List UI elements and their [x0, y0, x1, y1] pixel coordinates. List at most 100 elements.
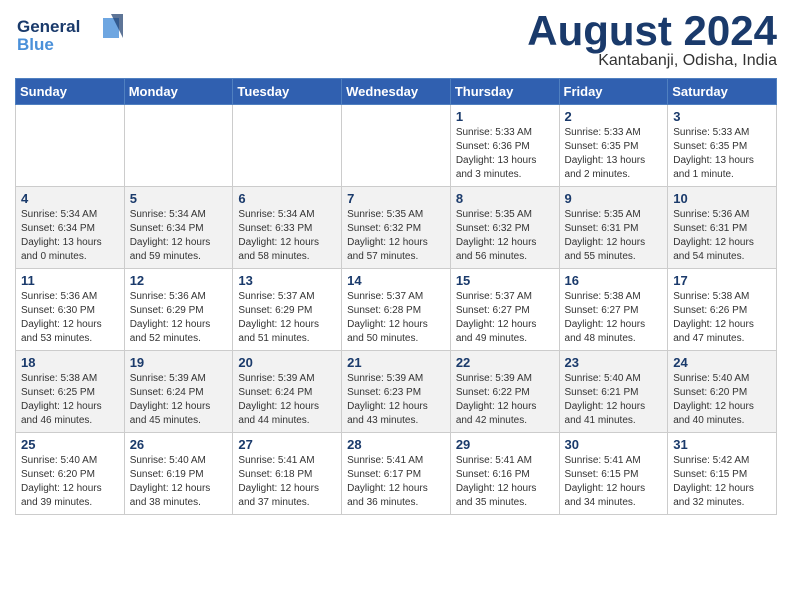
day-number: 11 — [21, 273, 119, 288]
day-number: 10 — [673, 191, 771, 206]
day-number: 31 — [673, 437, 771, 452]
day-detail: Sunrise: 5:35 AM Sunset: 6:31 PM Dayligh… — [565, 208, 663, 264]
day-detail: Sunrise: 5:34 AM Sunset: 6:34 PM Dayligh… — [130, 208, 228, 264]
day-number: 2 — [565, 109, 663, 124]
day-detail: Sunrise: 5:41 AM Sunset: 6:15 PM Dayligh… — [565, 454, 663, 510]
day-detail: Sunrise: 5:41 AM Sunset: 6:17 PM Dayligh… — [347, 454, 445, 510]
day-number: 27 — [238, 437, 336, 452]
calendar-day: 21 Sunrise: 5:39 AM Sunset: 6:23 PM Dayli… — [342, 351, 451, 433]
calendar-day: 2 Sunrise: 5:33 AM Sunset: 6:35 PM Daylig… — [559, 105, 668, 187]
day-detail: Sunrise: 5:33 AM Sunset: 6:35 PM Dayligh… — [565, 126, 663, 182]
calendar-day: 22Sunrise: 5:39 AM Sunset: 6:22 PM Dayli… — [450, 351, 559, 433]
calendar-day: 19Sunrise: 5:39 AM Sunset: 6:24 PM Dayli… — [124, 351, 233, 433]
header: General Blue August 2024 Kantabanji, Odi… — [15, 10, 777, 70]
calendar-day — [233, 105, 342, 187]
header-thursday: Thursday — [450, 79, 559, 105]
calendar-day: 16 Sunrise: 5:38 AM Sunset: 6:27 PM Dayli… — [559, 269, 668, 351]
day-number: 1 — [456, 109, 554, 124]
day-number: 19 — [130, 355, 228, 370]
calendar-day: 1 Sunrise: 5:33 AM Sunset: 6:36 PM Daylig… — [450, 105, 559, 187]
calendar-day: 25Sunrise: 5:40 AM Sunset: 6:20 PM Dayli… — [16, 433, 125, 515]
svg-text:Blue: Blue — [17, 35, 54, 54]
day-detail: Sunrise: 5:39 AM Sunset: 6:23 PM Dayligh… — [347, 372, 445, 428]
day-number: 18 — [21, 355, 119, 370]
day-detail: Sunrise: 5:35 AM Sunset: 6:32 PM Dayligh… — [456, 208, 554, 264]
calendar-day — [342, 105, 451, 187]
day-number: 22 — [456, 355, 554, 370]
calendar-day: 10Sunrise: 5:36 AM Sunset: 6:31 PM Dayli… — [668, 187, 777, 269]
day-detail: Sunrise: 5:37 AM Sunset: 6:29 PM Dayligh… — [238, 290, 336, 346]
month-year: August 2024 — [527, 10, 777, 52]
calendar-day: 17 Sunrise: 5:38 AM Sunset: 6:26 PM Dayli… — [668, 269, 777, 351]
calendar-day: 24Sunrise: 5:40 AM Sunset: 6:20 PM Dayli… — [668, 351, 777, 433]
day-number: 12 — [130, 273, 228, 288]
header-wednesday: Wednesday — [342, 79, 451, 105]
day-detail: Sunrise: 5:38 AM Sunset: 6:26 PM Dayligh… — [673, 290, 771, 346]
calendar-day: 23 Sunrise: 5:40 AM Sunset: 6:21 PM Dayli… — [559, 351, 668, 433]
header-friday: Friday — [559, 79, 668, 105]
calendar-day: 13Sunrise: 5:37 AM Sunset: 6:29 PM Dayli… — [233, 269, 342, 351]
day-number: 8 — [456, 191, 554, 206]
location: Kantabanji, Odisha, India — [527, 52, 777, 70]
day-number: 24 — [673, 355, 771, 370]
day-number: 6 — [238, 191, 336, 206]
calendar-day: 5 Sunrise: 5:34 AM Sunset: 6:34 PM Daylig… — [124, 187, 233, 269]
calendar-day: 8 Sunrise: 5:35 AM Sunset: 6:32 PM Daylig… — [450, 187, 559, 269]
day-detail: Sunrise: 5:40 AM Sunset: 6:21 PM Dayligh… — [565, 372, 663, 428]
day-number: 30 — [565, 437, 663, 452]
day-number: 5 — [130, 191, 228, 206]
calendar-day: 30 Sunrise: 5:41 AM Sunset: 6:15 PM Dayli… — [559, 433, 668, 515]
day-number: 4 — [21, 191, 119, 206]
day-number: 29 — [456, 437, 554, 452]
calendar-day — [124, 105, 233, 187]
calendar-week-3: 18 Sunrise: 5:38 AM Sunset: 6:25 PM Dayli… — [16, 351, 777, 433]
day-detail: Sunrise: 5:40 AM Sunset: 6:19 PM Dayligh… — [130, 454, 228, 510]
days-header-row: Sunday Monday Tuesday Wednesday Thursday… — [16, 79, 777, 105]
calendar-day: 7Sunrise: 5:35 AM Sunset: 6:32 PM Daylig… — [342, 187, 451, 269]
day-detail: Sunrise: 5:34 AM Sunset: 6:34 PM Dayligh… — [21, 208, 119, 264]
calendar-day: 14 Sunrise: 5:37 AM Sunset: 6:28 PM Dayli… — [342, 269, 451, 351]
day-detail: Sunrise: 5:37 AM Sunset: 6:27 PM Dayligh… — [456, 290, 554, 346]
calendar-day: 3Sunrise: 5:33 AM Sunset: 6:35 PM Daylig… — [668, 105, 777, 187]
calendar-day: 20Sunrise: 5:39 AM Sunset: 6:24 PM Dayli… — [233, 351, 342, 433]
calendar-day: 11 Sunrise: 5:36 AM Sunset: 6:30 PM Dayli… — [16, 269, 125, 351]
day-detail: Sunrise: 5:38 AM Sunset: 6:27 PM Dayligh… — [565, 290, 663, 346]
day-detail: Sunrise: 5:36 AM Sunset: 6:30 PM Dayligh… — [21, 290, 119, 346]
logo: General Blue — [15, 10, 125, 63]
day-detail: Sunrise: 5:38 AM Sunset: 6:25 PM Dayligh… — [21, 372, 119, 428]
calendar-container: General Blue August 2024 Kantabanji, Odi… — [0, 0, 792, 525]
day-number: 14 — [347, 273, 445, 288]
day-detail: Sunrise: 5:41 AM Sunset: 6:18 PM Dayligh… — [238, 454, 336, 510]
calendar-week-4: 25Sunrise: 5:40 AM Sunset: 6:20 PM Dayli… — [16, 433, 777, 515]
header-monday: Monday — [124, 79, 233, 105]
calendar-week-0: 1 Sunrise: 5:33 AM Sunset: 6:36 PM Daylig… — [16, 105, 777, 187]
day-detail: Sunrise: 5:33 AM Sunset: 6:35 PM Dayligh… — [673, 126, 771, 182]
day-detail: Sunrise: 5:34 AM Sunset: 6:33 PM Dayligh… — [238, 208, 336, 264]
calendar-week-2: 11 Sunrise: 5:36 AM Sunset: 6:30 PM Dayli… — [16, 269, 777, 351]
calendar-day: 12Sunrise: 5:36 AM Sunset: 6:29 PM Dayli… — [124, 269, 233, 351]
day-number: 28 — [347, 437, 445, 452]
calendar-day: 31 Sunrise: 5:42 AM Sunset: 6:15 PM Dayli… — [668, 433, 777, 515]
day-number: 7 — [347, 191, 445, 206]
day-number: 9 — [565, 191, 663, 206]
calendar-day: 18 Sunrise: 5:38 AM Sunset: 6:25 PM Dayli… — [16, 351, 125, 433]
header-tuesday: Tuesday — [233, 79, 342, 105]
calendar-day: 27 Sunrise: 5:41 AM Sunset: 6:18 PM Dayli… — [233, 433, 342, 515]
calendar-day: 4 Sunrise: 5:34 AM Sunset: 6:34 PM Daylig… — [16, 187, 125, 269]
calendar-day: 26 Sunrise: 5:40 AM Sunset: 6:19 PM Dayli… — [124, 433, 233, 515]
day-number: 25 — [21, 437, 119, 452]
day-number: 26 — [130, 437, 228, 452]
calendar-day: 29 Sunrise: 5:41 AM Sunset: 6:16 PM Dayli… — [450, 433, 559, 515]
day-detail: Sunrise: 5:33 AM Sunset: 6:36 PM Dayligh… — [456, 126, 554, 182]
calendar-day: 6 Sunrise: 5:34 AM Sunset: 6:33 PM Daylig… — [233, 187, 342, 269]
day-detail: Sunrise: 5:37 AM Sunset: 6:28 PM Dayligh… — [347, 290, 445, 346]
calendar-table: Sunday Monday Tuesday Wednesday Thursday… — [15, 78, 777, 515]
day-number: 23 — [565, 355, 663, 370]
svg-text:General: General — [17, 17, 80, 36]
day-number: 16 — [565, 273, 663, 288]
day-number: 17 — [673, 273, 771, 288]
day-detail: Sunrise: 5:41 AM Sunset: 6:16 PM Dayligh… — [456, 454, 554, 510]
day-number: 21 — [347, 355, 445, 370]
calendar-day — [16, 105, 125, 187]
day-detail: Sunrise: 5:42 AM Sunset: 6:15 PM Dayligh… — [673, 454, 771, 510]
